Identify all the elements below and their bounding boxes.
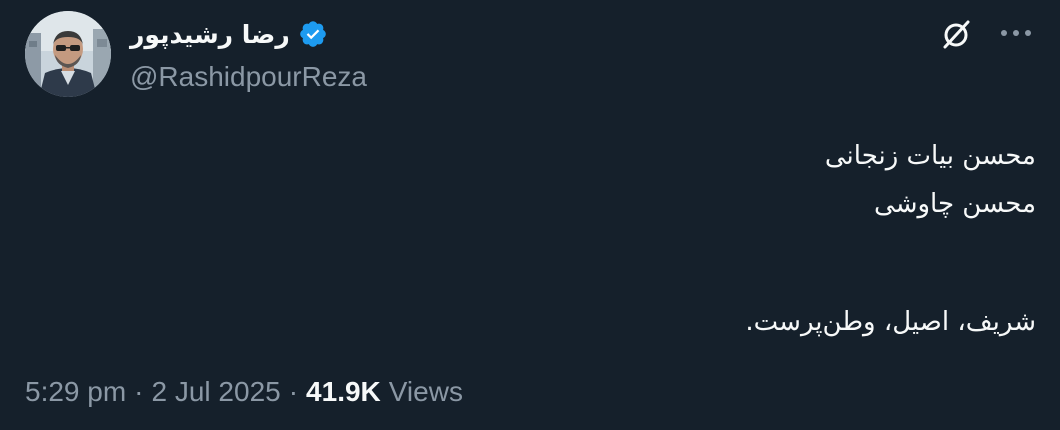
author-display-name[interactable]: رضا رشیدپور [130, 22, 290, 47]
tweet-time[interactable]: 5:29 pm [25, 376, 126, 408]
tweet-line: محسن بیات زنجانی [824, 141, 1036, 171]
tweet-line-break [136, 228, 1036, 298]
author-name-row[interactable]: رضا رشیدپور [130, 14, 328, 54]
tweet-line: محسن چاوشی [874, 189, 1036, 219]
grok-icon[interactable] [938, 16, 974, 52]
tweet-text: محسن بیات زنجانی محسن چاوشی شریف، اصیل، … [136, 132, 1036, 346]
views-label: Views [388, 376, 463, 407]
verified-badge-icon [299, 21, 326, 47]
meta-separator: · [134, 376, 144, 407]
avatar-photo [25, 11, 111, 97]
author-handle[interactable]: @RashidpourReza [130, 60, 367, 94]
avatar[interactable] [25, 11, 111, 97]
tweet-date[interactable]: 2 Jul 2025 [152, 376, 281, 408]
meta-separator: · [288, 376, 299, 407]
tweet-meta: 5:29 pm · 2 Jul 2025 · 41.9K Views [25, 372, 463, 412]
views-count[interactable]: 41.9K [306, 376, 381, 408]
tweet-line: شریف، اصیل، وطن‌پرست. [745, 307, 1036, 337]
more-options-icon[interactable] [996, 18, 1036, 48]
tweet-card: رضا رشیدپور @RashidpourReza محسن بیات زن… [0, 0, 1060, 430]
